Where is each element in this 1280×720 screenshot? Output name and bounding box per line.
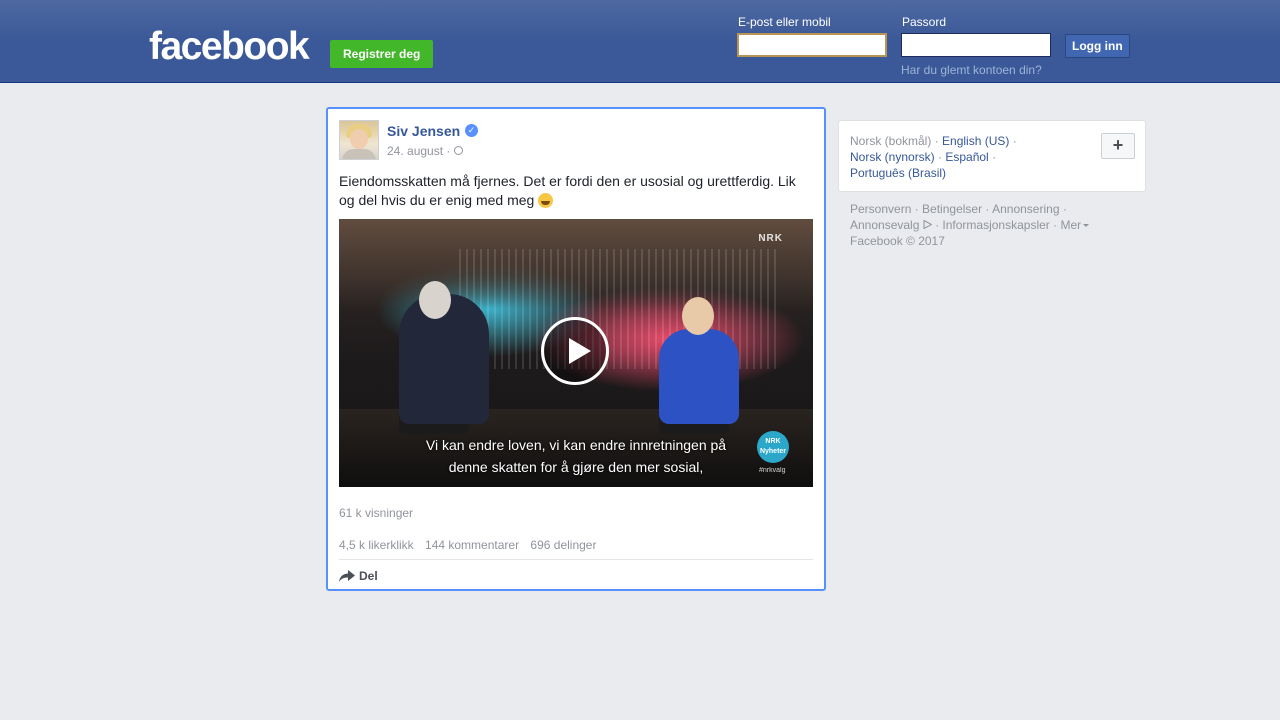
post-text-content: Eiendomsskatten må fjernes. Det er fordi… — [339, 173, 796, 208]
password-label: Passord — [902, 15, 947, 29]
post-author[interactable]: Siv Jensen — [387, 123, 460, 139]
verified-badge-icon: ✓ — [465, 124, 478, 137]
video-subtitle: Vi kan endre loven, vi kan endre innretn… — [339, 434, 813, 478]
footer-terms-link[interactable]: Betingelser — [922, 202, 982, 216]
password-input[interactable] — [901, 33, 1051, 57]
footer-privacy-link[interactable]: Personvern — [850, 202, 911, 216]
subtitle-line-1: Vi kan endre loven, vi kan endre innretn… — [425, 437, 727, 453]
divider — [339, 559, 813, 560]
view-count: 61 k visninger — [339, 506, 414, 520]
subtitle-line-2: denne skatten for å gjøre den mer sosial… — [448, 459, 704, 475]
footer-advertising-link[interactable]: Annonsering — [992, 202, 1059, 216]
share-label: Del — [359, 569, 378, 583]
email-label: E-post eller mobil — [738, 15, 831, 29]
video-player[interactable]: NRK Vi kan endre loven, vi kan endre inn… — [339, 219, 813, 487]
language-english[interactable]: English (US) — [942, 134, 1009, 148]
comment-count[interactable]: 144 kommentarer — [425, 538, 519, 552]
email-input[interactable] — [737, 33, 887, 57]
facebook-logo[interactable]: facebook — [149, 25, 310, 69]
badge-line-2: Nyheter — [759, 448, 787, 455]
more-languages-button[interactable]: + — [1101, 133, 1135, 159]
chevron-down-icon — [1083, 224, 1090, 227]
share-count[interactable]: 696 delinger — [530, 538, 596, 552]
forgot-account-link[interactable]: Har du glemt kontoen din? — [901, 63, 1042, 77]
language-selector: Norsk (bokmål) · English (US) · Norsk (n… — [838, 120, 1146, 192]
language-portugues[interactable]: Português (Brasil) — [850, 166, 946, 180]
current-language: Norsk (bokmål) — [850, 134, 932, 148]
footer-links: Personvern · Betingelser · Annonsering ·… — [850, 201, 1150, 249]
avatar[interactable] — [339, 120, 379, 160]
language-espanol[interactable]: Español — [945, 150, 988, 164]
top-bar: facebook Registrer deg E-post eller mobi… — [0, 0, 1280, 83]
language-nynorsk[interactable]: Norsk (nynorsk) — [850, 150, 935, 164]
language-list: Norsk (bokmål) · English (US) · Norsk (n… — [850, 134, 1017, 180]
post-date[interactable]: 24. august · — [387, 144, 450, 158]
nrk-hashtag: #nrkvalg — [759, 467, 786, 474]
nrk-watermark: NRK — [758, 233, 783, 244]
nrk-nyheter-badge: NRK Nyheter — [757, 431, 789, 463]
play-icon[interactable] — [541, 317, 609, 385]
register-button[interactable]: Registrer deg — [330, 40, 434, 68]
footer-cookies-link[interactable]: Informasjonskapsler — [942, 218, 1049, 232]
post-text: Eiendomsskatten må fjernes. Det er fordi… — [339, 172, 809, 210]
post-card: Siv Jensen ✓ 24. august · Eiendomsskatte… — [326, 107, 826, 591]
badge-line-1: NRK — [765, 438, 781, 445]
globe-icon — [454, 146, 463, 155]
footer-more-link[interactable]: Mer — [1060, 218, 1081, 232]
share-arrow-icon — [339, 570, 355, 582]
copyright: Facebook © 2017 — [850, 234, 945, 248]
login-button[interactable]: Logg inn — [1065, 34, 1130, 58]
laughing-emoji-icon — [538, 193, 554, 208]
post-stats: 4,5 k likerklikk 144 kommentarer 696 del… — [339, 538, 604, 552]
footer-adchoices-link[interactable]: Annonsevalg — [850, 218, 919, 232]
adchoices-icon — [923, 220, 932, 229]
like-count[interactable]: 4,5 k likerklikk — [339, 538, 414, 552]
